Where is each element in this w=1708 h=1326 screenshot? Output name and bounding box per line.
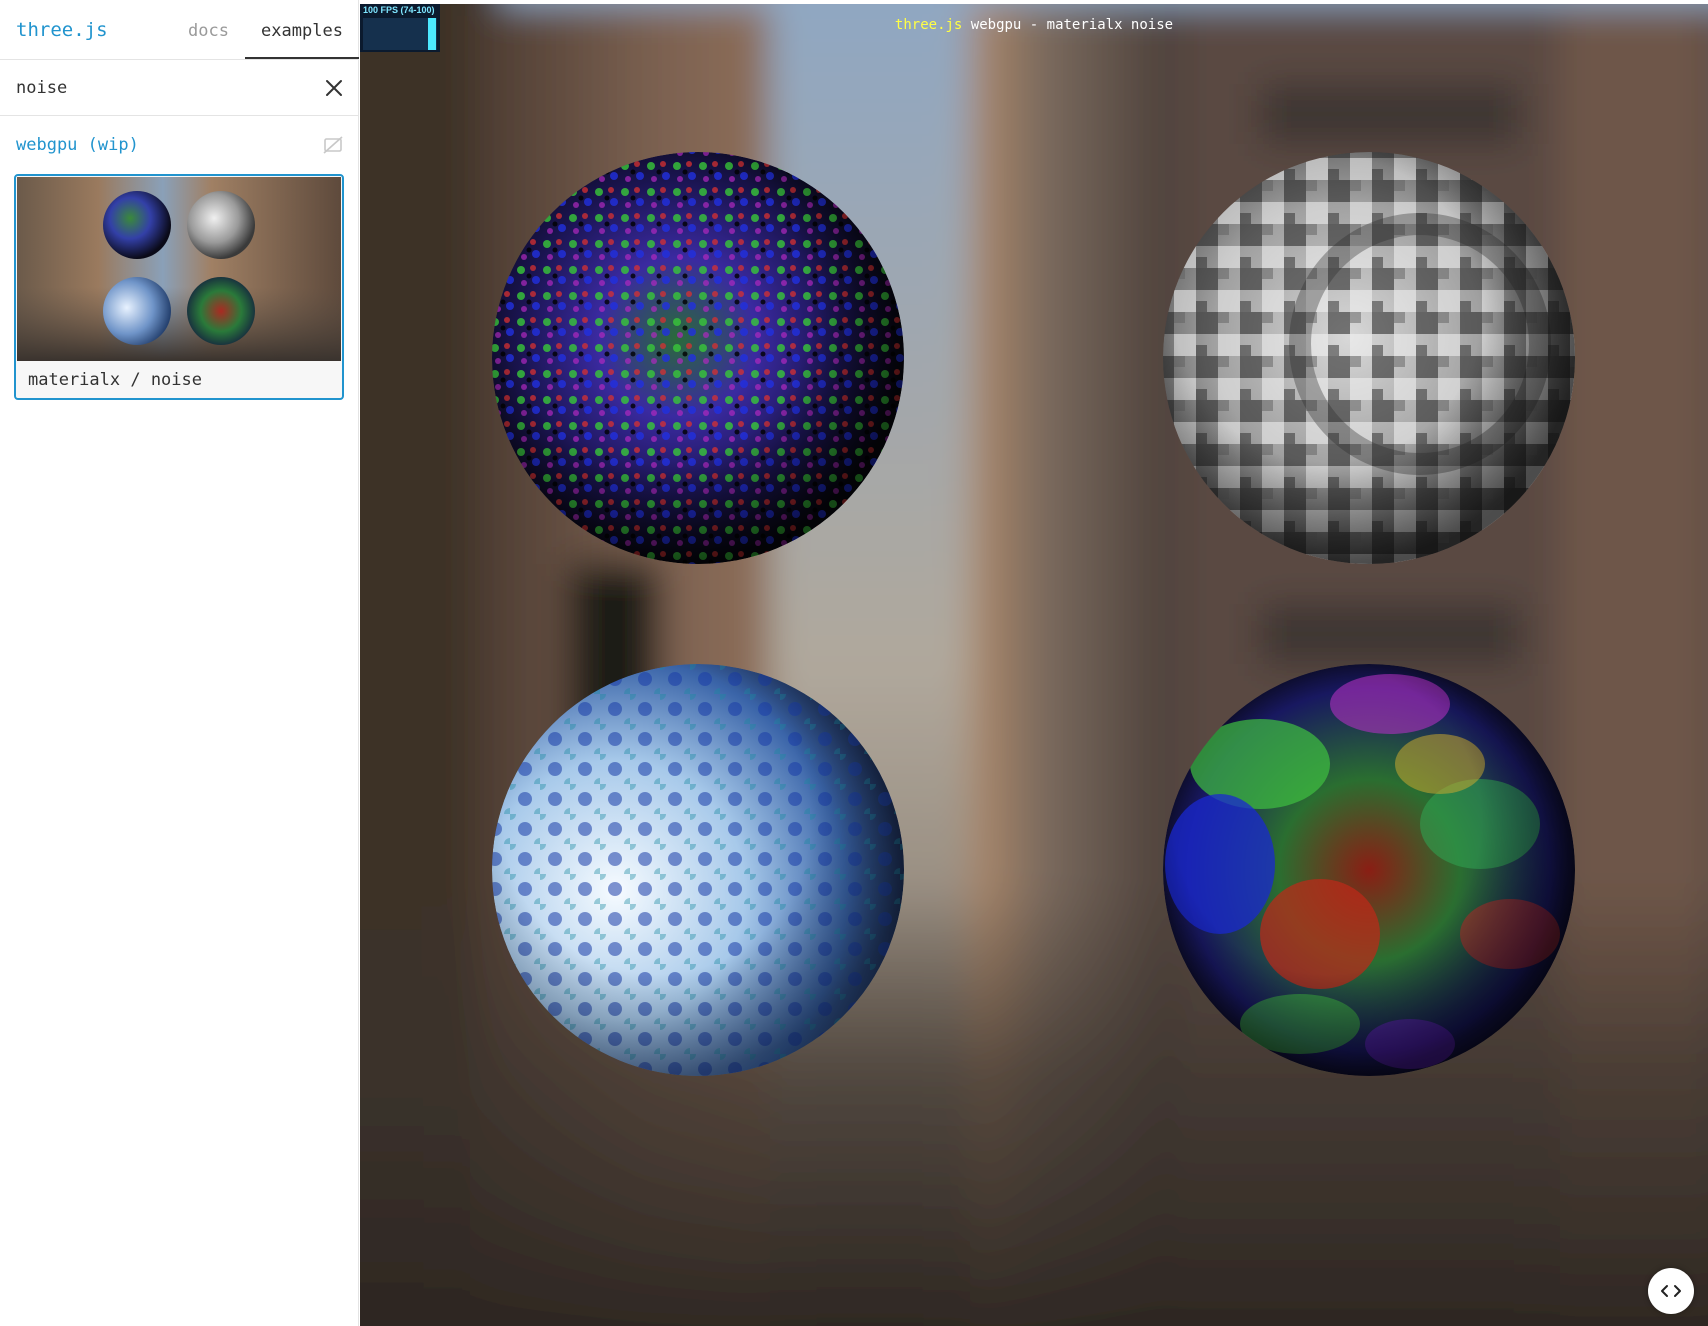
fps-graph-bar bbox=[428, 18, 436, 50]
search-bar bbox=[0, 60, 359, 116]
eye-off-icon bbox=[323, 136, 343, 154]
close-icon bbox=[326, 80, 342, 96]
code-icon bbox=[1661, 1285, 1681, 1297]
tab-examples[interactable]: examples bbox=[245, 0, 359, 59]
clear-search-button[interactable] bbox=[322, 76, 346, 100]
noise-sphere-1 bbox=[492, 152, 904, 564]
noise-sphere-4 bbox=[1163, 664, 1575, 1076]
example-card-label: materialx / noise bbox=[28, 370, 202, 390]
category-title[interactable]: webgpu (wip) bbox=[16, 135, 139, 155]
category-toggle-button[interactable] bbox=[322, 134, 344, 156]
sidebar-panel: three.js docs examples webgpu (wip) bbox=[0, 0, 359, 1326]
fps-readout: 100 FPS (74-100) bbox=[363, 5, 435, 15]
scene-canvas[interactable] bbox=[360, 4, 1708, 1326]
info-link[interactable]: three.js bbox=[895, 17, 962, 33]
brand-link[interactable]: three.js bbox=[16, 19, 108, 41]
noise-sphere-2 bbox=[1163, 152, 1575, 564]
noise-sphere-3 bbox=[492, 664, 904, 1076]
example-thumbnail bbox=[17, 177, 341, 361]
info-text: webgpu - materialx noise bbox=[962, 17, 1174, 33]
search-input[interactable] bbox=[16, 75, 306, 101]
example-card-materialx-noise[interactable]: materialx / noise bbox=[14, 174, 344, 400]
view-source-button[interactable] bbox=[1648, 1268, 1694, 1314]
render-viewport[interactable]: three.js webgpu - materialx noise 100 FP… bbox=[360, 4, 1708, 1326]
fps-graph bbox=[363, 18, 437, 50]
info-caption: three.js webgpu - materialx noise bbox=[360, 17, 1708, 33]
fps-stats-panel[interactable]: 100 FPS (74-100) bbox=[360, 4, 440, 52]
sidebar-header: three.js docs examples bbox=[0, 0, 359, 60]
tab-docs[interactable]: docs bbox=[188, 21, 229, 41]
